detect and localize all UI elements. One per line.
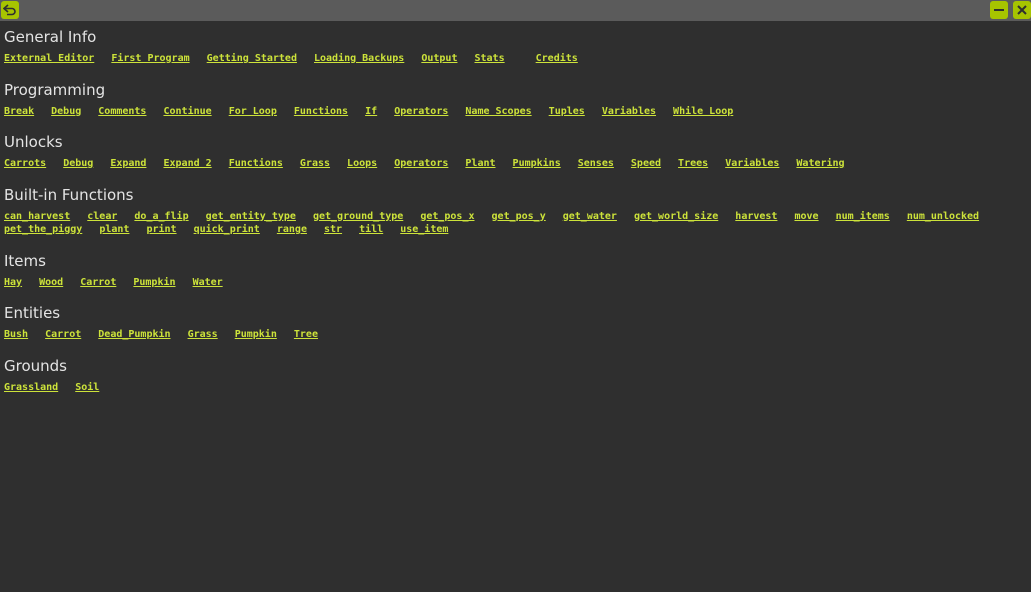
link-clear[interactable]: clear <box>87 211 117 222</box>
link-get-world-size[interactable]: get_world_size <box>634 211 718 222</box>
link-speed[interactable]: Speed <box>631 158 661 169</box>
section-title: Programming <box>4 80 106 99</box>
link-comments[interactable]: Comments <box>98 106 146 117</box>
link-hay[interactable]: Hay <box>4 277 22 288</box>
link-while-loop[interactable]: While Loop <box>673 106 733 117</box>
link-pumpkin[interactable]: Pumpkin <box>235 329 277 340</box>
link-move[interactable]: move <box>794 211 818 222</box>
link-list: can_harvest clear do_a_flip get_entity_t… <box>4 210 1028 237</box>
link-name-scopes[interactable]: Name Scopes <box>465 106 531 117</box>
link-list: Carrots Debug Expand Expand 2 Functions … <box>4 157 1028 171</box>
link-debug[interactable]: Debug <box>51 106 81 117</box>
link-till[interactable]: till <box>359 224 383 235</box>
link-continue[interactable]: Continue <box>163 106 211 117</box>
section-title: Entities <box>4 304 61 322</box>
link-str[interactable]: str <box>324 224 342 235</box>
link-print[interactable]: print <box>146 224 176 235</box>
section-unlocks: Unlocks Carrots Debug Expand Expand 2 Fun… <box>4 132 1028 171</box>
link-operators[interactable]: Operators <box>394 158 448 169</box>
link-get-ground-type[interactable]: get_ground_type <box>313 211 403 222</box>
back-arrow-icon <box>3 4 16 16</box>
link-first-program[interactable]: First Program <box>111 53 189 64</box>
link-plant[interactable]: plant <box>99 224 129 235</box>
link-variables[interactable]: Variables <box>602 106 656 117</box>
link-pumpkin[interactable]: Pumpkin <box>133 277 175 288</box>
link-list: Grassland Soil <box>4 381 1028 395</box>
link-list: Hay Wood Carrot Pumpkin Water <box>4 276 1028 290</box>
link-carrot[interactable]: Carrot <box>45 329 81 340</box>
link-loading-backups[interactable]: Loading Backups <box>314 53 404 64</box>
link-get-entity-type[interactable]: get_entity_type <box>206 211 296 222</box>
link-do-a-flip[interactable]: do_a_flip <box>134 211 188 222</box>
minimize-button[interactable] <box>990 1 1008 19</box>
back-button[interactable] <box>1 1 19 19</box>
link-can-harvest[interactable]: can_harvest <box>4 211 70 222</box>
link-functions[interactable]: Functions <box>229 158 283 169</box>
link-use-item[interactable]: use_item <box>400 224 448 235</box>
link-list: Bush Carrot Dead_Pumpkin Grass Pumpkin T… <box>4 328 1028 342</box>
link-bush[interactable]: Bush <box>4 329 28 340</box>
link-functions[interactable]: Functions <box>294 106 348 117</box>
link-watering[interactable]: Watering <box>796 158 844 169</box>
link-break[interactable]: Break <box>4 106 34 117</box>
link-pet-the-piggy[interactable]: pet_the_piggy <box>4 224 82 235</box>
link-external-editor[interactable]: External Editor <box>4 53 94 64</box>
close-icon <box>1017 5 1027 15</box>
link-output[interactable]: Output <box>421 53 457 64</box>
link-if[interactable]: If <box>365 106 377 117</box>
section-title: General Info <box>4 28 97 46</box>
link-carrot[interactable]: Carrot <box>80 277 116 288</box>
title-bar <box>0 0 1031 21</box>
link-for-loop[interactable]: For Loop <box>229 106 277 117</box>
link-plant[interactable]: Plant <box>465 158 495 169</box>
link-debug[interactable]: Debug <box>63 158 93 169</box>
link-tuples[interactable]: Tuples <box>549 106 585 117</box>
link-get-pos-x[interactable]: get_pos_x <box>420 211 474 222</box>
section-items: Items Hay Wood Carrot Pumpkin Water <box>4 251 1028 290</box>
link-get-water[interactable]: get_water <box>563 211 617 222</box>
link-pumpkins[interactable]: Pumpkins <box>513 158 561 169</box>
link-stats[interactable]: Stats <box>475 53 505 64</box>
link-loops[interactable]: Loops <box>347 158 377 169</box>
link-range[interactable]: range <box>277 224 307 235</box>
section-entities: Entities Bush Carrot Dead_Pumpkin Grass P… <box>4 303 1028 342</box>
link-grassland[interactable]: Grassland <box>4 382 58 393</box>
section-programming: Programming Break Debug Comments Continue… <box>4 80 1028 119</box>
link-get-pos-y[interactable]: get_pos_y <box>492 211 546 222</box>
link-trees[interactable]: Trees <box>678 158 708 169</box>
link-quick-print[interactable]: quick_print <box>194 224 260 235</box>
close-button[interactable] <box>1013 1 1031 19</box>
link-variables[interactable]: Variables <box>725 158 779 169</box>
link-list: Break Debug Comments Continue For Loop F… <box>4 105 1028 119</box>
link-grass[interactable]: Grass <box>300 158 330 169</box>
link-expand-2[interactable]: Expand 2 <box>163 158 211 169</box>
section-title: Built-in Functions <box>4 185 134 204</box>
link-num-items[interactable]: num_items <box>836 211 890 222</box>
link-senses[interactable]: Senses <box>578 158 614 169</box>
link-expand[interactable]: Expand <box>110 158 146 169</box>
link-dead-pumpkin[interactable]: Dead_Pumpkin <box>98 329 170 340</box>
link-carrots[interactable]: Carrots <box>4 158 46 169</box>
link-water[interactable]: Water <box>193 277 223 288</box>
section-built-in-functions: Built-in Functions can_harvest clear do_a… <box>4 185 1028 237</box>
link-harvest[interactable]: harvest <box>735 211 777 222</box>
link-num-unlocked[interactable]: num_unlocked <box>907 211 979 222</box>
section-general-info: General Info External Editor First Progra… <box>4 27 1028 66</box>
link-wood[interactable]: Wood <box>39 277 63 288</box>
link-grass[interactable]: Grass <box>188 329 218 340</box>
link-tree[interactable]: Tree <box>294 329 318 340</box>
link-credits[interactable]: Credits <box>536 53 578 64</box>
docs-index: General Info External Editor First Progra… <box>4 27 1028 408</box>
link-soil[interactable]: Soil <box>75 382 99 393</box>
section-title: Unlocks <box>4 133 63 151</box>
link-list: External Editor First Program Getting St… <box>4 52 1028 66</box>
minimize-icon <box>994 9 1004 11</box>
link-operators[interactable]: Operators <box>394 106 448 117</box>
section-title: Grounds <box>4 356 67 375</box>
link-getting-started[interactable]: Getting Started <box>207 53 297 64</box>
section-title: Items <box>4 251 46 270</box>
section-grounds: Grounds Grassland Soil <box>4 356 1028 395</box>
